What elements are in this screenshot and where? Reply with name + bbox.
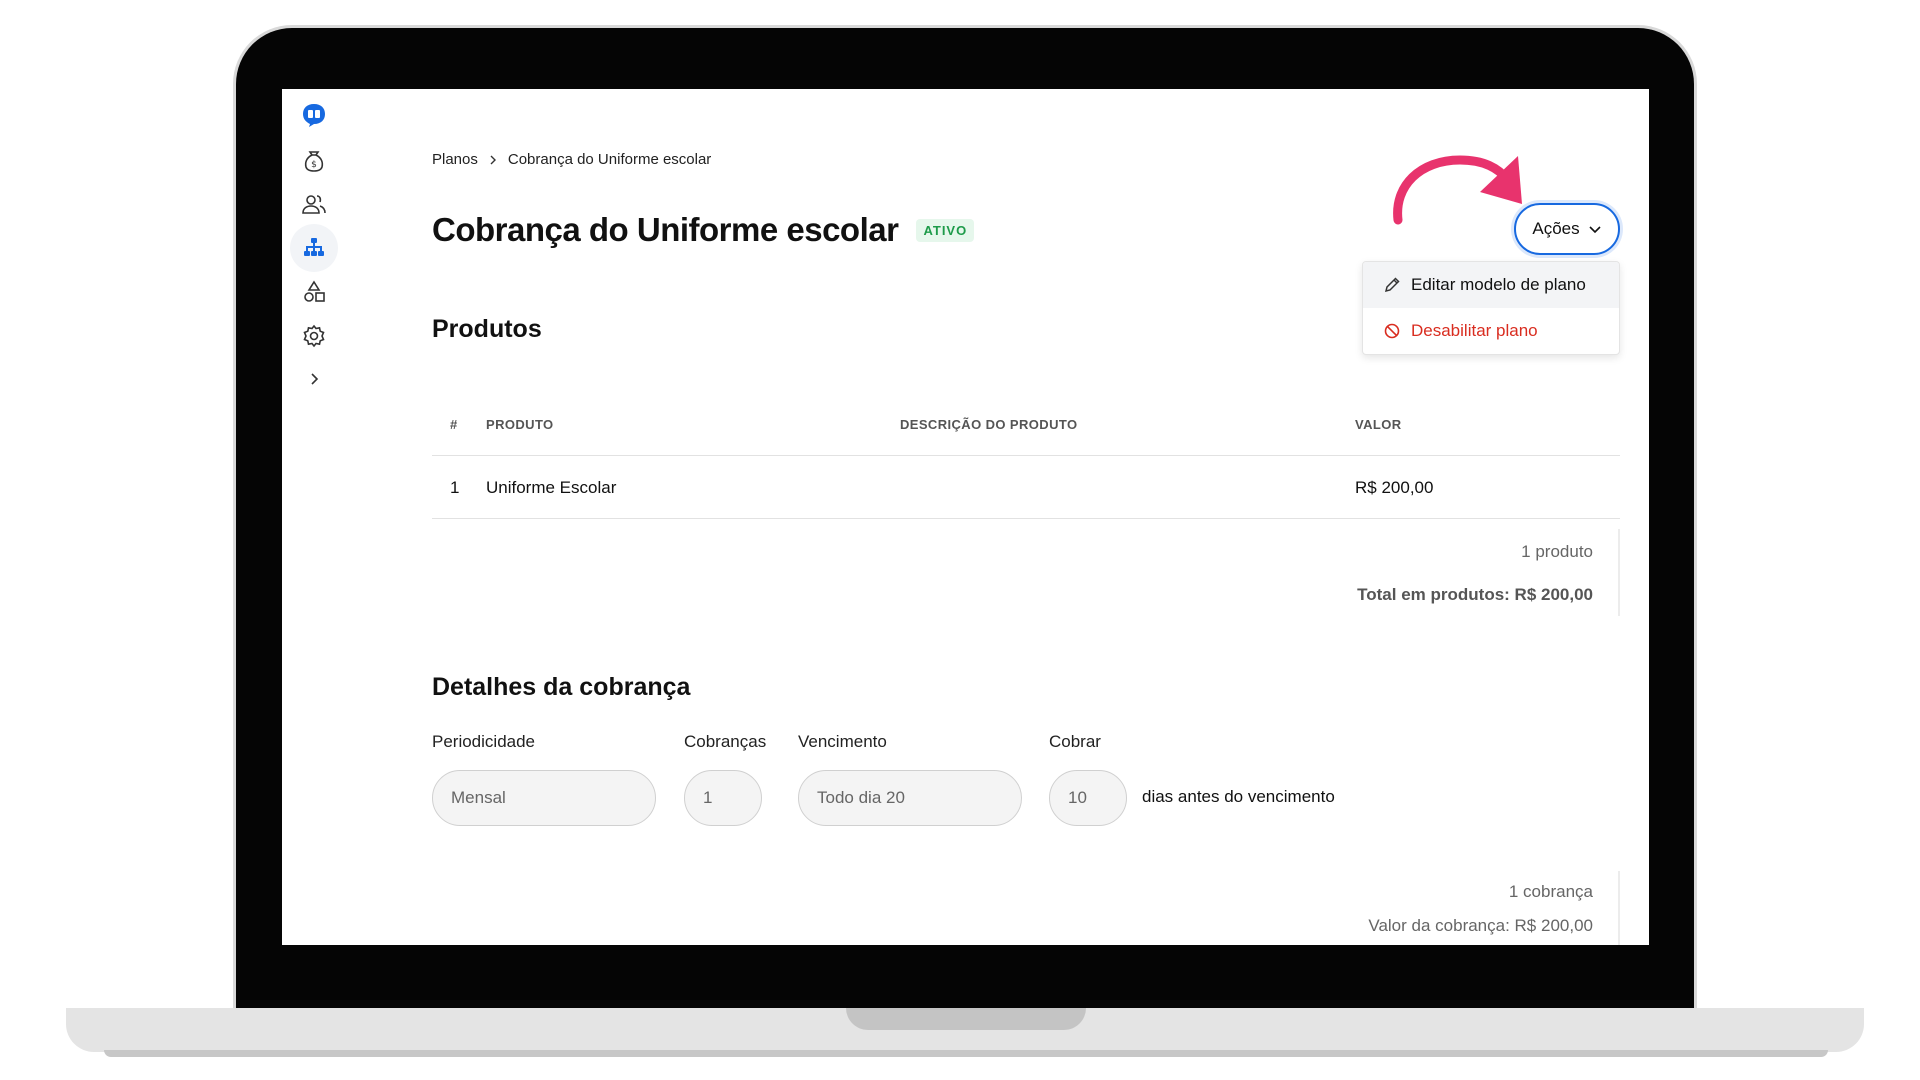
gear-icon[interactable] xyxy=(290,312,338,360)
svg-text:$: $ xyxy=(311,160,317,170)
users-icon[interactable] xyxy=(290,180,338,228)
products-summary-divider xyxy=(1618,529,1620,616)
billing-summary-divider xyxy=(1618,871,1620,945)
table-row[interactable]: 1 Uniforme Escolar R$ 200,00 xyxy=(432,456,1620,519)
menu-item-label: Desabilitar plano xyxy=(1411,321,1538,340)
breadcrumb-link-planos[interactable]: Planos xyxy=(432,151,478,168)
chevron-down-icon xyxy=(1589,226,1601,234)
chevron-right-icon[interactable] xyxy=(290,355,338,403)
laptop-base-shadow xyxy=(104,1050,1828,1057)
menu-item-edit-plan[interactable]: Editar modelo de plano xyxy=(1363,262,1619,308)
actions-button-label: Ações xyxy=(1532,219,1580,238)
cell-index: 1 xyxy=(450,478,460,497)
pencil-icon xyxy=(1384,277,1400,293)
charges-field[interactable]: 1 xyxy=(684,770,762,826)
cell-product: Uniforme Escolar xyxy=(486,478,617,497)
status-badge: ATIVO xyxy=(916,218,975,242)
due-date-label: Vencimento xyxy=(798,732,887,751)
hierarchy-icon[interactable] xyxy=(290,224,338,272)
annotation-arrow-icon xyxy=(1393,155,1522,225)
billing-section-title: Detalhes da cobrança xyxy=(432,673,691,701)
products-table: # PRODUTO DESCRIÇÃO DO PRODUTO VALOR 1 U… xyxy=(432,394,1620,519)
periodicity-label: Periodicidade xyxy=(432,732,536,751)
periodicity-field[interactable]: Mensal xyxy=(432,770,656,826)
shapes-icon[interactable] xyxy=(290,268,338,316)
menu-item-disable-plan[interactable]: Desabilitar plano xyxy=(1363,308,1619,354)
laptop-notch xyxy=(846,1008,1086,1030)
page-title: Cobrança do Uniforme escolar xyxy=(432,211,899,248)
breadcrumb-current: Cobrança do Uniforme escolar xyxy=(507,151,712,168)
products-section-title: Produtos xyxy=(432,315,542,343)
charge-days-suffix: dias antes do vencimento xyxy=(1142,787,1335,806)
page-header: Cobrança do Uniforme escolar ATIVO xyxy=(432,211,975,249)
charge-days-field[interactable]: 10 xyxy=(1049,770,1127,826)
products-count: 1 produto xyxy=(1521,542,1593,561)
table-header: # PRODUTO DESCRIÇÃO DO PRODUTO VALOR xyxy=(432,394,1620,456)
money-bag-icon[interactable]: $ xyxy=(290,136,338,184)
products-total: Total em produtos: R$ 200,00 xyxy=(1357,585,1593,604)
column-header-description: DESCRIÇÃO DO PRODUTO xyxy=(900,417,1078,432)
charges-label: Cobranças xyxy=(684,732,767,751)
chevron-right-icon xyxy=(490,155,496,164)
ban-icon xyxy=(1384,323,1400,339)
breadcrumb: Planos Cobrança do Uniforme escolar xyxy=(432,151,711,168)
column-header-value: VALOR xyxy=(1355,417,1402,432)
menu-item-label: Editar modelo de plano xyxy=(1411,275,1586,294)
cell-value: R$ 200,00 xyxy=(1355,478,1434,497)
due-date-field[interactable]: Todo dia 20 xyxy=(798,770,1022,826)
sidebar: $ xyxy=(282,89,346,945)
logo-icon[interactable] xyxy=(290,91,338,139)
billing-count: 1 cobrança xyxy=(1508,882,1593,901)
charge-days-label: Cobrar xyxy=(1049,732,1101,751)
actions-dropdown-menu: Editar modelo de plano Desabilitar plano xyxy=(1362,261,1620,355)
column-header-product: PRODUTO xyxy=(486,417,554,432)
column-header-index: # xyxy=(450,417,458,432)
billing-value: Valor da cobrança: R$ 200,00 xyxy=(1368,916,1593,935)
